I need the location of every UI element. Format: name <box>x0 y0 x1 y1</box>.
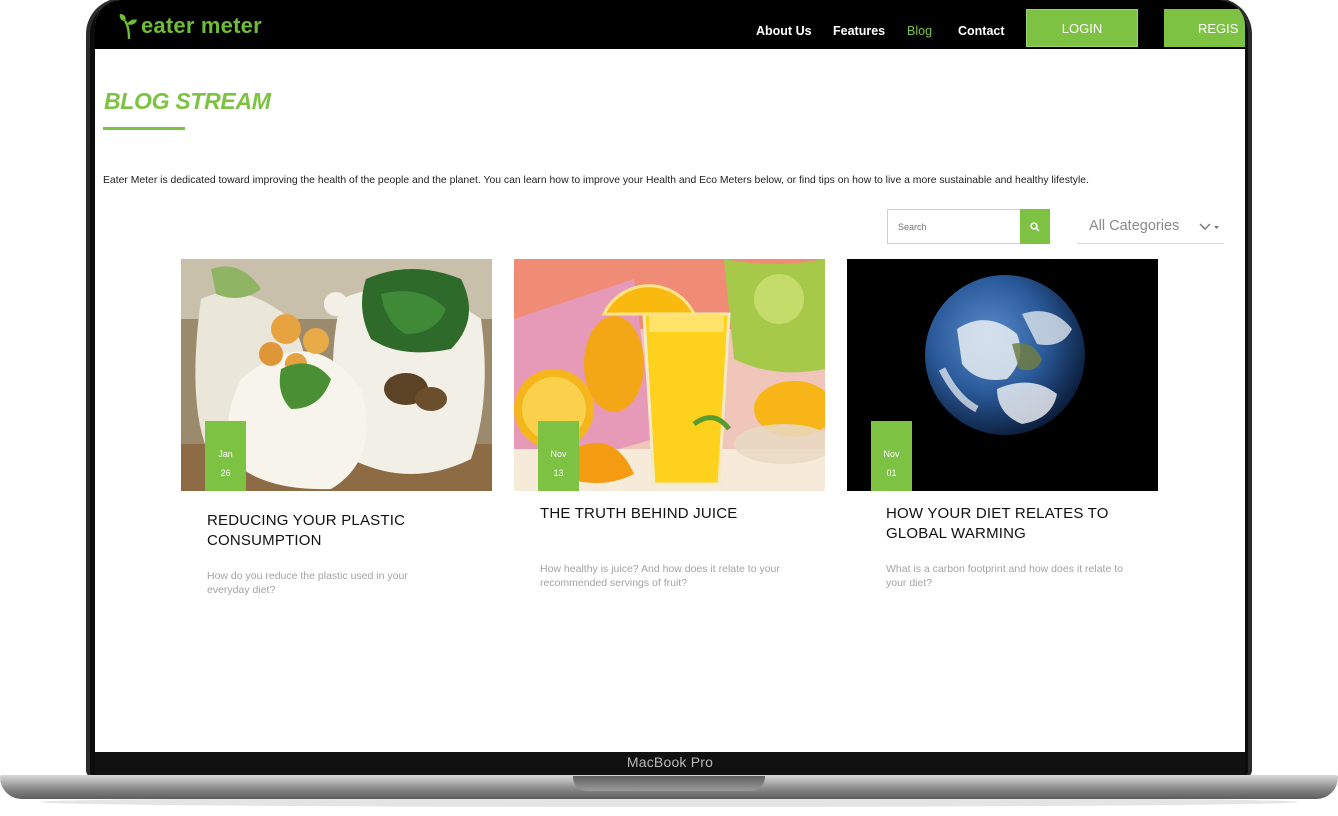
title-underline <box>103 127 185 130</box>
laptop-opening-notch <box>573 776 765 791</box>
date-month: Nov <box>883 449 900 459</box>
nav-link-features[interactable]: Features <box>833 24 885 38</box>
chevron-down-icon <box>1199 223 1219 230</box>
date-badge: Nov 13 <box>538 421 579 491</box>
nav-link-about[interactable]: About Us <box>756 24 812 38</box>
laptop-chin: MacBook Pro <box>95 752 1245 776</box>
date-badge: Jan 26 <box>205 421 246 491</box>
date-day: 26 <box>220 468 231 478</box>
date-month: Nov <box>550 449 567 459</box>
date-badge: Nov 01 <box>871 421 912 491</box>
intro-text: Eater Meter is dedicated toward improvin… <box>103 175 1089 186</box>
page-title: BLOG STREAM <box>104 88 271 114</box>
search-input[interactable] <box>888 210 1020 243</box>
post-image-juice[interactable]: Nov 13 <box>514 259 825 491</box>
post-image-produce[interactable]: Jan 26 <box>181 259 492 491</box>
post-excerpt: How healthy is juice? And how does it re… <box>540 563 780 589</box>
date-month: Jan <box>218 449 233 459</box>
post-excerpt: What is a carbon footprint and how does … <box>886 563 1123 589</box>
post-excerpt: How do you reduce the plastic used in yo… <box>207 570 408 596</box>
register-button[interactable]: REGIS <box>1164 9 1245 47</box>
sprout-icon <box>119 14 137 39</box>
post-title[interactable]: HOW YOUR DIET RELATES TO GLOBAL WARMING <box>886 504 1146 544</box>
category-select[interactable]: All Categories <box>1077 209 1224 244</box>
post-image-earth[interactable]: Nov 01 <box>847 259 1158 491</box>
date-day: 13 <box>553 468 564 478</box>
date-day: 01 <box>886 468 897 478</box>
login-button[interactable]: LOGIN <box>1026 9 1138 47</box>
post-title[interactable]: REDUCING YOUR PLASTIC CONSUMPTION <box>207 511 467 551</box>
nav-link-blog[interactable]: Blog <box>907 24 932 38</box>
category-selected-value: All Categories <box>1089 218 1180 234</box>
search-field[interactable] <box>887 209 1021 244</box>
device-model-label: MacBook Pro <box>626 754 714 770</box>
logo-text: eater meter <box>141 13 262 38</box>
site-logo[interactable]: eater meter <box>119 6 262 46</box>
laptop-screen: eater meter About Us Features Blog Conta… <box>95 0 1245 752</box>
post-title[interactable]: THE TRUTH BEHIND JUICE <box>540 504 800 524</box>
nav-link-contact[interactable]: Contact <box>958 24 1005 38</box>
search-button[interactable] <box>1020 209 1050 244</box>
search-icon <box>1030 221 1040 232</box>
top-navigation: eater meter About Us Features Blog Conta… <box>95 0 1245 49</box>
